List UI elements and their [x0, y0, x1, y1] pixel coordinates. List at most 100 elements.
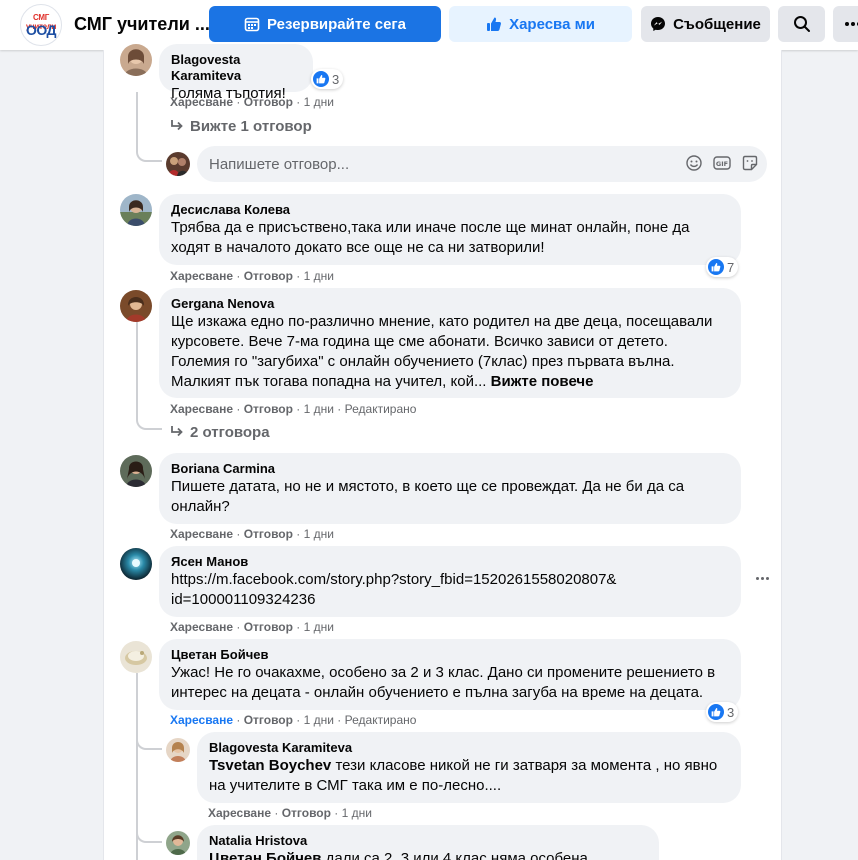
separator: · — [330, 806, 342, 820]
current-user-avatar[interactable] — [166, 152, 190, 176]
book-now-button[interactable]: Резервирайте сега — [209, 6, 441, 42]
like-action[interactable]: Харесване — [170, 713, 233, 727]
separator: · — [292, 713, 304, 727]
reply-action[interactable]: Отговор — [244, 269, 293, 283]
comment-time[interactable]: 1 дни — [304, 620, 334, 634]
avatar[interactable] — [120, 290, 152, 322]
avatar[interactable] — [120, 641, 152, 673]
comment-author[interactable]: Десислава Колева — [171, 202, 729, 218]
reply-action[interactable]: Отговор — [282, 806, 331, 820]
comment-actions: Харесване · Отговор · 1 дни — [170, 527, 334, 541]
separator: · — [233, 620, 244, 634]
comment-author[interactable]: Ясен Манов — [171, 554, 729, 570]
separator: · — [233, 713, 244, 727]
separator: · — [333, 713, 345, 727]
comment-bubble: Ясен Манов https://m.facebook.com/story.… — [159, 546, 741, 617]
comment-text-wrap: Ще изкажа едно по-различно мнение, като … — [171, 312, 729, 392]
reply-action[interactable]: Отговор — [244, 713, 293, 727]
comment-time[interactable]: 1 дни — [304, 527, 334, 541]
like-action[interactable]: Харесване — [170, 269, 233, 283]
emoji-icon[interactable] — [685, 154, 703, 172]
like-action[interactable]: Харесване — [208, 806, 271, 820]
thread-connector — [136, 92, 162, 162]
view-replies-link[interactable]: 2 отговора — [170, 424, 270, 441]
edited-label[interactable]: Редактирано — [345, 402, 417, 416]
calendar-icon — [244, 16, 260, 32]
page-title[interactable]: СМГ учители ... — [74, 14, 210, 35]
reply-author[interactable]: Blagovesta Karamiteva — [209, 740, 729, 756]
message-button[interactable]: Съобщение — [641, 6, 770, 42]
avatar[interactable] — [166, 831, 190, 855]
comment-time[interactable]: 1 дни — [304, 713, 334, 727]
like-action[interactable]: Харесване — [170, 620, 233, 634]
more-options-button[interactable] — [833, 6, 858, 42]
reaction-count[interactable]: 3 — [311, 69, 344, 89]
comment-actions: Харесване · Отговор · 1 дни — [170, 95, 334, 109]
comment-time[interactable]: 1 дни — [304, 402, 334, 416]
view-replies-link[interactable]: Вижте 1 отговор — [170, 118, 312, 135]
avatar[interactable] — [120, 44, 152, 76]
mention-link[interactable]: Цветан Бойчев — [209, 850, 321, 860]
page-logo[interactable]: СМГ учители ООД — [20, 4, 62, 46]
separator: · — [292, 95, 304, 109]
comment-author[interactable]: Boriana Carmina — [171, 461, 729, 477]
thread-connector — [136, 823, 162, 843]
more-icon — [845, 22, 858, 26]
dot — [760, 576, 764, 580]
like-action[interactable]: Харесване — [170, 95, 233, 109]
avatar[interactable] — [120, 194, 152, 226]
thumbs-up-icon — [486, 16, 502, 32]
messenger-icon — [650, 16, 666, 32]
comment-options-button[interactable] — [754, 570, 770, 586]
reaction-count[interactable]: 3 — [706, 702, 739, 722]
reaction-number: 3 — [332, 71, 340, 87]
reply-action[interactable]: Отговор — [244, 95, 293, 109]
composer-icons: GIF — [685, 154, 759, 172]
comment-actions: Харесване · Отговор · 1 дни · Редактиран… — [170, 713, 416, 727]
like-page-label: Харесва ми — [509, 15, 595, 33]
mention-link[interactable]: Tsvetan Boychev — [209, 757, 331, 774]
comment-time[interactable]: 1 дни — [304, 95, 334, 109]
comment-text: Ужас! Не го очакахме, особено за 2 и 3 к… — [171, 664, 716, 701]
edited-label[interactable]: Редактирано — [345, 713, 417, 727]
reply-arrow-icon — [170, 424, 184, 441]
reply-author[interactable]: Natalia Hristova — [209, 833, 647, 849]
view-replies-label: Вижте 1 отговор — [190, 118, 312, 135]
avatar[interactable] — [120, 455, 152, 487]
comment-author[interactable]: Blagovesta Karamiteva — [171, 52, 301, 84]
comment-text: Трябва да е присъствено,така или иначе п… — [171, 219, 690, 256]
comment-bubble: Gergana Nenova Ще изкажа едно по-различн… — [159, 288, 741, 398]
like-action[interactable]: Харесване — [170, 402, 233, 416]
comment-author[interactable]: Gergana Nenova — [171, 296, 729, 312]
comment-link[interactable]: https://m.facebook.com/story.php?story_f… — [171, 570, 729, 610]
reply-action[interactable]: Отговор — [244, 527, 293, 541]
comments-section: Blagovesta Karamiteva Голяма тъпотия! 3 … — [103, 44, 782, 860]
search-button[interactable] — [778, 6, 825, 42]
separator: · — [233, 402, 244, 416]
reply-arrow-icon — [170, 118, 184, 135]
like-page-button[interactable]: Харесва ми — [449, 6, 632, 42]
reaction-count[interactable]: 7 — [706, 257, 739, 277]
comment-actions: Харесване · Отговор · 1 дни — [170, 269, 334, 283]
see-more-link[interactable]: Вижте повече — [491, 373, 594, 390]
avatar[interactable] — [120, 548, 152, 580]
reply-action[interactable]: Отговор — [244, 620, 293, 634]
like-reaction-icon — [708, 259, 724, 275]
gif-icon[interactable]: GIF — [713, 154, 731, 172]
logo-line2: ООД — [25, 22, 57, 38]
separator: · — [233, 527, 244, 541]
reply-text-wrap: Цветан Бойчев дали са 2, 3 или 4 клас ня… — [209, 849, 647, 860]
comment-time[interactable]: 1 дни — [304, 269, 334, 283]
comment-author[interactable]: Цветан Бойчев — [171, 647, 729, 663]
sticker-icon[interactable] — [741, 154, 759, 172]
reply-action[interactable]: Отговор — [244, 402, 293, 416]
separator: · — [292, 527, 304, 541]
reply-input[interactable] — [209, 154, 669, 174]
reply-text-wrap: Tsvetan Boychev тези класове никой не ги… — [209, 756, 729, 796]
separator: · — [292, 620, 304, 634]
svg-text:GIF: GIF — [716, 160, 728, 168]
reply-time[interactable]: 1 дни — [342, 806, 372, 820]
message-label: Съобщение — [673, 15, 761, 33]
like-action[interactable]: Харесване — [170, 527, 233, 541]
avatar[interactable] — [166, 738, 190, 762]
